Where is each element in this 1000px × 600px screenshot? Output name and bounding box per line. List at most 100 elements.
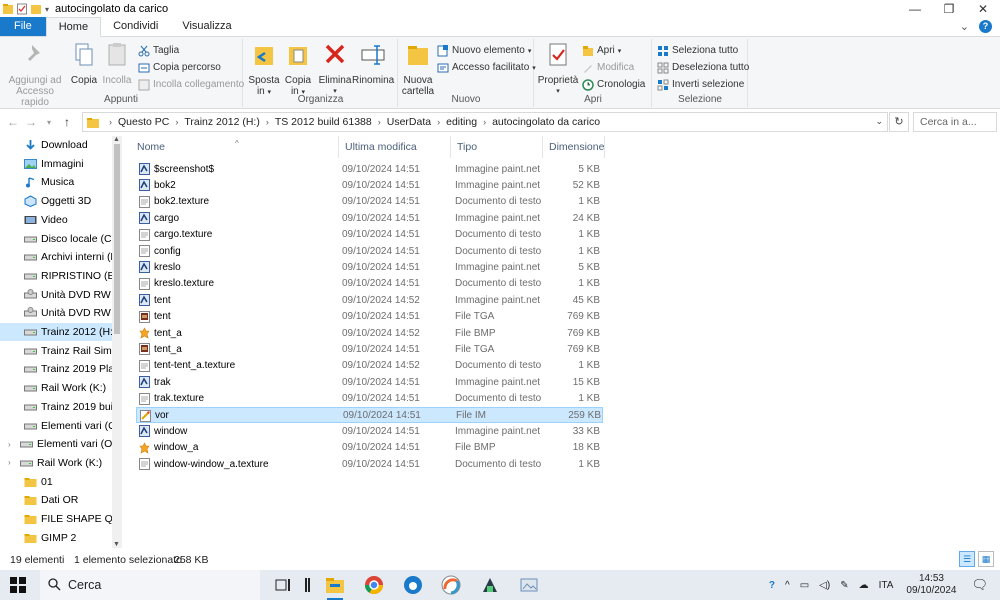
file-row[interactable]: tent 09/10/2024 14:52 Immagine paint.net 45… <box>136 292 603 308</box>
cut-button[interactable]: Taglia <box>138 43 179 58</box>
edit-button[interactable]: Modifica <box>582 60 634 75</box>
sidebar-item[interactable]: Disco locale (C:) <box>0 230 112 248</box>
column-header-type[interactable]: Tipo <box>451 136 543 158</box>
file-row[interactable]: kreslo.texture 09/10/2024 14:51 Documento … <box>136 276 603 292</box>
sidebar-item[interactable]: › Elementi vari (O:) <box>0 435 112 453</box>
sidebar-item[interactable]: Trainz 2019 build <box>0 398 112 416</box>
file-row[interactable]: tent_a 09/10/2024 14:52 File BMP 769 KB <box>136 325 603 341</box>
sidebar-item[interactable]: 01 <box>0 473 112 491</box>
move-to-button[interactable]: Sposta in ▾ <box>248 41 280 98</box>
help-icon[interactable]: ? <box>979 20 992 33</box>
sidebar-item[interactable]: Video <box>0 211 112 229</box>
breadcrumb-userdata[interactable]: UserData <box>387 116 431 128</box>
file-row[interactable]: tent-tent_a.texture 09/10/2024 14:52 Docum… <box>136 358 603 374</box>
taskbar-search[interactable]: Cerca <box>40 570 260 600</box>
address-field[interactable]: › Questo PC › Trainz 2012 (H:) › TS 2012… <box>82 112 888 132</box>
tab-home[interactable]: Home <box>45 17 102 37</box>
large-icons-view-icon[interactable]: ▦ <box>978 551 994 567</box>
breadcrumb-build[interactable]: TS 2012 build 61388 <box>275 116 372 128</box>
sidebar-item[interactable]: Trainz Rail Simul <box>0 342 112 360</box>
history-button[interactable]: Cronologia <box>582 77 645 92</box>
sidebar-item[interactable]: Elementi vari (O: <box>0 417 112 435</box>
address-dropdown-icon[interactable]: ⌄ <box>875 116 883 127</box>
image-viewer-icon[interactable] <box>518 574 540 596</box>
sidebar-item[interactable]: Trainz 2012 (H:) <box>0 323 112 341</box>
trainz-app-icon[interactable] <box>479 574 501 596</box>
recent-locations-icon[interactable]: ▾ <box>40 118 58 127</box>
close-button[interactable]: ✕ <box>966 0 1000 18</box>
new-folder-icon[interactable] <box>31 3 41 15</box>
properties-button[interactable]: Proprietà ▾ <box>537 41 579 97</box>
open-button[interactable]: Apri ▾ <box>582 43 621 58</box>
delete-button[interactable]: Elimina ▾ <box>318 41 352 97</box>
copy-button[interactable]: Copia <box>70 41 98 86</box>
file-row[interactable]: tent_a 09/10/2024 14:51 File TGA 769 KB <box>136 341 603 357</box>
file-row[interactable]: trak.texture 09/10/2024 14:51 Documento di… <box>136 391 603 407</box>
forward-arrow-icon[interactable]: → <box>22 115 40 129</box>
expand-chevron-icon[interactable]: › <box>8 440 11 449</box>
sidebar-item[interactable]: Trainz 2019 Platin <box>0 360 112 378</box>
scroll-up-icon[interactable]: ▲ <box>113 136 120 143</box>
maximize-button[interactable]: ❐ <box>932 0 966 18</box>
show-hidden-icons-icon[interactable]: ^ <box>785 580 790 591</box>
file-row[interactable]: bok2.texture 09/10/2024 14:51 Documento di… <box>136 194 603 210</box>
clock[interactable]: 14:53 09/10/2024 <box>906 573 956 597</box>
file-row[interactable]: window-window_a.texture 09/10/2024 14:51 D… <box>136 456 603 472</box>
breadcrumb-editing[interactable]: editing <box>446 116 477 128</box>
paint-net-icon[interactable] <box>440 574 462 596</box>
file-row[interactable]: window 09/10/2024 14:51 Immagine paint.net… <box>136 423 603 439</box>
taskbar-pin-icon[interactable] <box>296 574 318 596</box>
back-arrow-icon[interactable]: ← <box>4 115 22 129</box>
windows-start-icon[interactable] <box>10 577 26 593</box>
file-row[interactable]: trak 09/10/2024 14:51 Immagine paint.net 15… <box>136 374 603 390</box>
language-indicator[interactable]: ITA <box>879 580 894 591</box>
breadcrumb-this-pc[interactable]: Questo PC <box>118 116 169 128</box>
chrome-icon[interactable] <box>363 574 385 596</box>
help-tray-icon[interactable]: ? <box>769 580 775 591</box>
invert-selection-button[interactable]: Inverti selezione <box>657 77 744 92</box>
breadcrumb-drive[interactable]: Trainz 2012 (H:) <box>184 116 259 128</box>
search-input[interactable]: Cerca in a... <box>913 112 997 132</box>
up-arrow-icon[interactable]: ↑ <box>58 115 76 129</box>
minimize-button[interactable]: — <box>898 0 932 18</box>
refresh-button[interactable]: ↻ <box>889 112 909 132</box>
network-icon[interactable]: ▭ <box>800 580 809 591</box>
onedrive-cloud-icon[interactable]: ☁ <box>859 580 869 591</box>
scroll-down-icon[interactable]: ▼ <box>113 541 120 548</box>
sidebar-item[interactable]: Musica <box>0 173 112 191</box>
easy-access-button[interactable]: Accesso facilitato ▾ <box>437 60 536 75</box>
folder-icon[interactable] <box>3 3 13 15</box>
select-none-button[interactable]: Deseleziona tutto <box>657 60 749 75</box>
expand-chevron-icon[interactable]: › <box>8 458 11 467</box>
sidebar-item[interactable]: Immagini <box>0 155 112 173</box>
column-header-size[interactable]: Dimensione <box>543 136 605 158</box>
nav-scrollbar[interactable]: ▲ ▼ <box>112 136 122 548</box>
sidebar-item[interactable]: › Rail Work (K:) <box>0 454 112 472</box>
pen-icon[interactable]: ✎ <box>840 580 848 591</box>
copy-to-button[interactable]: Copia in ▾ <box>282 41 314 98</box>
details-view-icon[interactable]: ☰ <box>959 551 975 567</box>
file-row[interactable]: cargo.texture 09/10/2024 14:51 Documento d… <box>136 227 603 243</box>
column-header-name[interactable]: ^ Nome <box>131 136 339 158</box>
task-view-icon[interactable] <box>272 574 294 596</box>
file-row[interactable]: $screenshot$ 09/10/2024 14:51 Immagine pai… <box>136 161 603 177</box>
tab-file[interactable]: File <box>0 17 46 36</box>
file-row[interactable]: window_a 09/10/2024 14:51 File BMP 18 KB <box>136 440 603 456</box>
copy-path-button[interactable]: Copia percorso <box>138 60 221 75</box>
sidebar-item[interactable]: Dati OR <box>0 491 112 509</box>
paste-shortcut-button[interactable]: Incolla collegamento <box>138 77 244 92</box>
sidebar-item[interactable]: Download <box>0 136 112 154</box>
nav-scroll-thumb[interactable] <box>114 144 120 334</box>
file-row[interactable]: tent 09/10/2024 14:51 File TGA 769 KB <box>136 309 603 325</box>
qat-dropdown-icon[interactable]: ▾ <box>45 5 49 14</box>
breadcrumb-current[interactable]: autocingolato da carico <box>492 116 600 128</box>
properties-check-icon[interactable] <box>17 3 27 15</box>
select-all-button[interactable]: Seleziona tutto <box>657 43 738 58</box>
column-header-date[interactable]: Ultima modifica <box>339 136 451 158</box>
volume-icon[interactable]: ◁) <box>819 580 830 591</box>
edge-icon[interactable] <box>402 574 424 596</box>
new-folder-button[interactable]: Nuova cartella <box>401 41 435 97</box>
sidebar-item[interactable]: FILE SHAPE QUE <box>0 510 112 528</box>
file-row[interactable]: kreslo 09/10/2024 14:51 Immagine paint.net… <box>136 259 603 275</box>
sidebar-item[interactable]: Rail Work (K:) <box>0 379 112 397</box>
